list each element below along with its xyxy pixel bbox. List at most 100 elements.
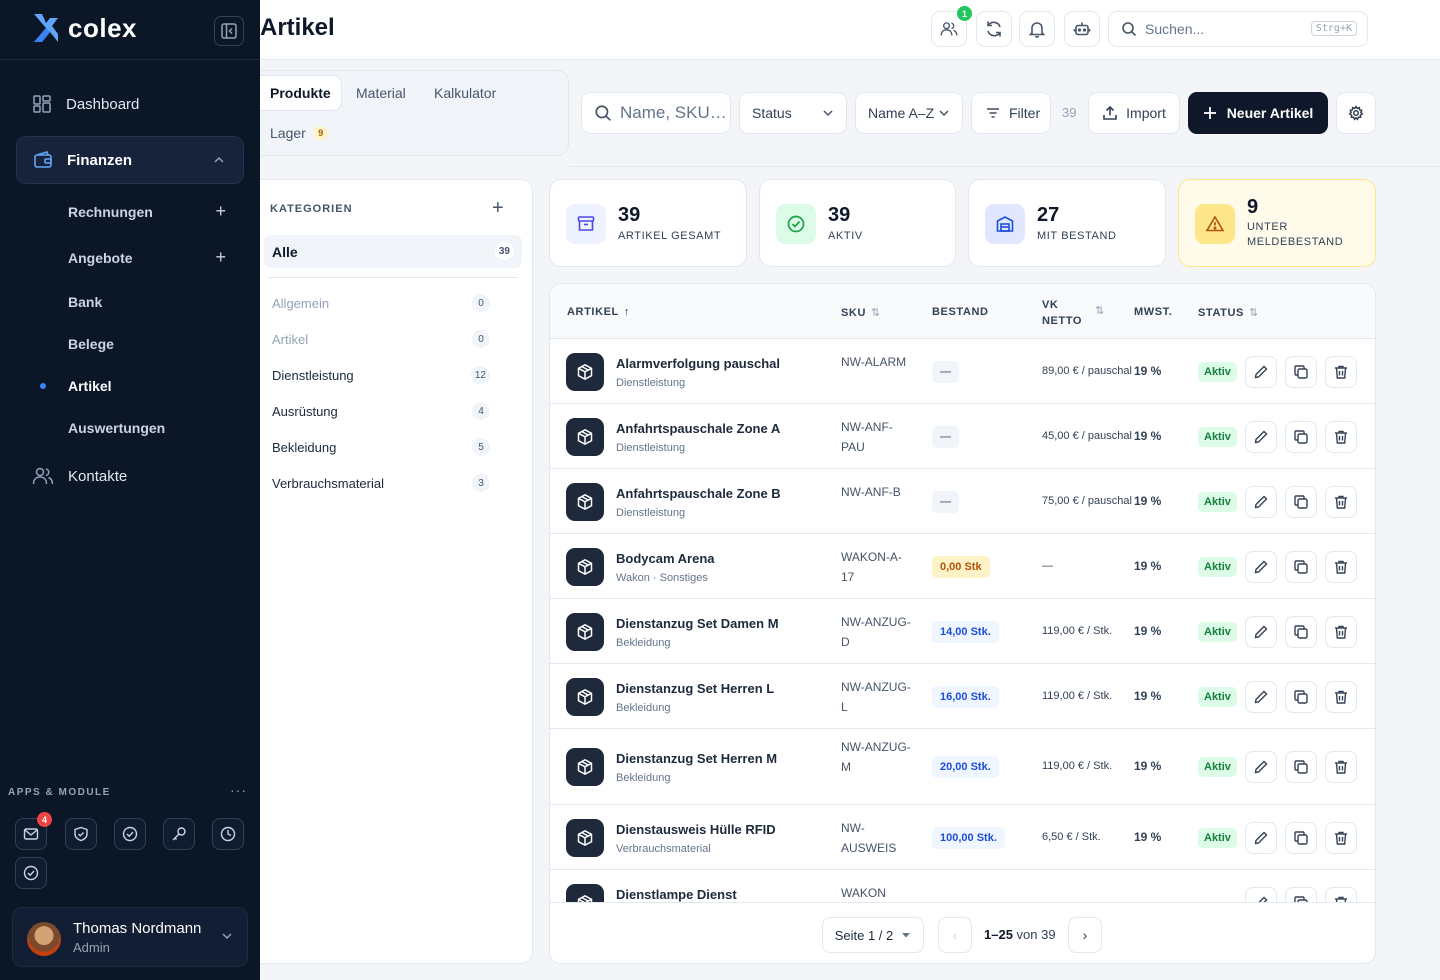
delete-button[interactable] [1325,821,1357,854]
product-vat: 19 % [1134,688,1162,703]
tab-lager[interactable]: Lager 9 [270,115,328,151]
next-page-button[interactable]: › [1068,917,1102,953]
stat-label: MIT BESTAND [1037,230,1117,242]
category-bekleidung[interactable]: Bekleidung 5 [272,435,490,459]
logo[interactable]: colex [30,12,137,44]
product-name[interactable]: Dienstanzug Set Herren M [616,751,777,766]
product-name[interactable]: Dienstausweis Hülle RFID [616,822,776,837]
page-select[interactable]: Seite 1 / 2 [822,917,924,953]
category-allgemein[interactable]: Allgemein 0 [272,291,490,315]
duplicate-button[interactable] [1285,751,1317,783]
delete-button[interactable] [1325,550,1357,583]
sub-artikel[interactable]: Artikel [40,371,244,401]
table-row[interactable]: Dienstlampe DienstWakonWAKON [550,870,1375,902]
sub-rechnungen[interactable]: Rechnungen + [68,197,244,227]
delete-button[interactable] [1325,886,1357,902]
edit-button[interactable] [1245,680,1277,713]
app-clock-button[interactable] [212,818,244,850]
product-name[interactable]: Bodycam Arena [616,551,715,566]
product-name[interactable]: Anfahrtspauschale Zone B [616,486,781,501]
new-article-button[interactable]: Neuer Artikel [1188,92,1328,134]
edit-button[interactable] [1245,550,1277,583]
add-angebot-icon[interactable]: + [215,248,226,266]
product-name[interactable]: Alarmverfolgung pauschal [616,356,780,371]
nav-dashboard[interactable]: Dashboard [16,80,244,128]
table-row[interactable]: Dienstanzug Set Herren M Bekleidung NW-ANZ… [550,729,1375,805]
delete-button[interactable] [1325,751,1357,783]
category-artikel[interactable]: Artikel 0 [272,327,490,351]
notifications-button[interactable] [1019,11,1055,47]
add-category-button[interactable]: + [492,198,504,218]
app-key-button[interactable] [163,818,195,850]
add-rechnung-icon[interactable]: + [215,202,226,220]
table-row[interactable]: Alarmverfolgung pauschal Dienstleistung NW… [550,339,1375,404]
duplicate-button[interactable] [1285,615,1317,648]
app-tasks-button[interactable] [114,818,146,850]
table-row[interactable]: Dienstanzug Set Herren L Bekleidung NW-ANZ… [550,664,1375,729]
product-name[interactable]: Dienstanzug Set Herren L [616,681,774,696]
delete-button[interactable] [1325,615,1357,648]
tab-kalkulator[interactable]: Kalkulator [434,75,496,111]
assistant-button[interactable] [1064,11,1100,47]
refresh-button[interactable] [976,11,1012,47]
prev-page-button[interactable]: ‹ [938,917,972,953]
sub-belege[interactable]: Belege [68,329,244,359]
duplicate-button[interactable] [1285,420,1317,453]
filter-button[interactable]: Filter [971,92,1051,134]
product-name[interactable]: Dienstanzug Set Damen M [616,616,779,631]
delete-button[interactable] [1325,485,1357,518]
duplicate-button[interactable] [1285,680,1317,713]
category-ausruestung[interactable]: Ausrüstung 4 [272,399,490,423]
product-name[interactable]: Anfahrtspauschale Zone A [616,421,780,436]
table-row[interactable]: Anfahrtspauschale Zone B Dienstleistung NW… [550,469,1375,534]
category-all[interactable]: Alle 39 [264,235,522,268]
sort-select[interactable]: Name A–Z [855,92,963,134]
tab-produkte[interactable]: Produkte [260,75,342,111]
sub-bank[interactable]: Bank [68,287,244,317]
duplicate-button[interactable] [1285,821,1317,854]
category-verbrauchsmaterial[interactable]: Verbrauchsmaterial 3 [272,471,490,495]
sub-angebote[interactable]: Angebote + [68,243,244,273]
edit-button[interactable] [1245,751,1277,783]
table-row[interactable]: Dienstanzug Set Damen M Bekleidung NW-ANZU… [550,599,1375,664]
product-name[interactable]: Dienstlampe Dienst [616,887,737,902]
team-button[interactable]: 1 [931,6,972,47]
tab-material[interactable]: Material [356,75,406,111]
col-vk-sort[interactable]: ⇅ [1090,304,1105,317]
table-row[interactable]: Dienstausweis Hülle RFID Verbrauchsmateri… [550,805,1375,870]
status-select[interactable]: Status [739,92,847,134]
table-row[interactable]: Anfahrtspauschale Zone A Dienstleistung NW… [550,404,1375,469]
delete-button[interactable] [1325,355,1357,388]
app-mail-button[interactable]: 4 [15,812,52,850]
nav-kontakte[interactable]: Kontakte [16,452,244,500]
import-button[interactable]: Import [1088,92,1180,134]
col-status[interactable]: STATUS ⇅ [1198,306,1259,319]
app-shield-button[interactable] [65,818,97,850]
edit-button[interactable] [1245,420,1277,453]
nav-finanzen[interactable]: Finanzen [16,136,244,184]
edit-button[interactable] [1245,886,1277,902]
table-row[interactable]: Bodycam Arena Wakon · Sonstiges WAKON-A-17… [550,534,1375,599]
duplicate-button[interactable] [1285,886,1317,902]
edit-button[interactable] [1245,485,1277,518]
apps-more-button[interactable]: ··· [230,782,247,798]
delete-button[interactable] [1325,680,1357,713]
settings-button[interactable] [1336,92,1376,134]
app-approve-button[interactable] [15,857,47,889]
duplicate-button[interactable] [1285,355,1317,388]
global-search[interactable]: Suchen... Strg+K [1108,11,1368,47]
sub-auswertungen[interactable]: Auswertungen [68,413,244,443]
duplicate-button[interactable] [1285,550,1317,583]
user-menu[interactable]: Thomas Nordmann Admin [12,907,248,967]
delete-button[interactable] [1325,420,1357,453]
col-vk-netto[interactable]: VK NETTO [1042,297,1082,329]
col-artikel[interactable]: ARTIKEL ↑ [567,306,630,318]
article-search-input[interactable]: Name, SKU… [581,92,731,134]
duplicate-button[interactable] [1285,485,1317,518]
col-sku[interactable]: SKU ⇅ [841,306,881,319]
category-dienstleistung[interactable]: Dienstleistung 12 [272,363,490,387]
collapse-sidebar-button[interactable] [214,16,244,46]
edit-button[interactable] [1245,821,1277,854]
edit-button[interactable] [1245,355,1277,388]
edit-button[interactable] [1245,615,1277,648]
